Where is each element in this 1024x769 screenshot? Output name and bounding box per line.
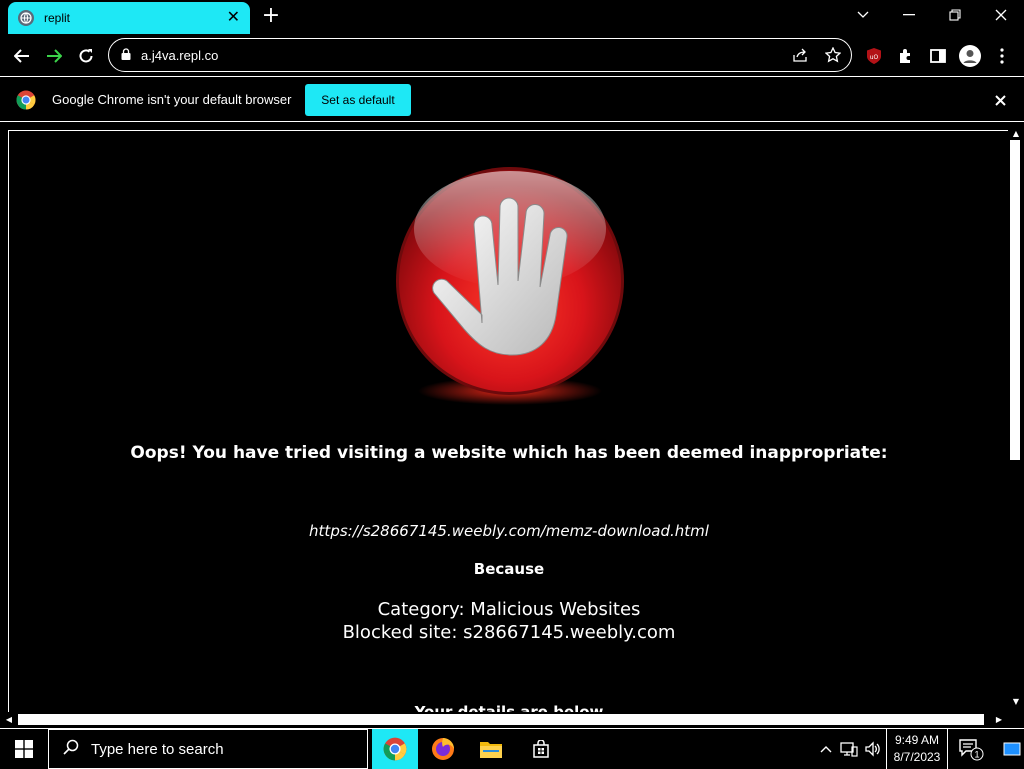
search-icon	[63, 739, 79, 759]
details-heading: Your details are below	[414, 703, 604, 712]
page-heading: Oops! You have tried visiting a website …	[130, 443, 888, 463]
ublock-icon[interactable]: uO	[864, 46, 884, 66]
stop-hand-icon	[394, 165, 626, 413]
taskbar-file-explorer-icon[interactable]	[468, 729, 514, 769]
taskbar-search-box[interactable]: Type here to search	[48, 729, 368, 769]
tab-title: replit	[44, 11, 71, 25]
address-url: a.j4va.repl.co	[141, 47, 219, 63]
clock-time: 9:49 AM	[894, 733, 940, 747]
bookmark-star-icon[interactable]	[824, 46, 842, 64]
volume-icon[interactable]	[862, 729, 884, 769]
vertical-scrollbar[interactable]: ▲ ▼	[1008, 130, 1024, 712]
scroll-right-arrow-icon[interactable]: ▶	[994, 715, 1004, 725]
category-text: Category: Malicious Websites	[377, 599, 641, 620]
profile-avatar-icon[interactable]	[958, 44, 982, 68]
taskbar-firefox-icon[interactable]	[420, 729, 466, 769]
infobar-close-icon[interactable]	[990, 90, 1010, 110]
horizontal-scroll-thumb[interactable]	[18, 714, 984, 725]
infobar-message: Google Chrome isn't your default browser	[52, 92, 292, 107]
page-viewport: Oops! You have tried visiting a website …	[8, 130, 1008, 712]
horizontal-scrollbar[interactable]: ◀ ▶	[0, 712, 1008, 728]
globe-icon	[18, 10, 34, 26]
taskbar-chrome-icon[interactable]	[372, 729, 418, 769]
tab-replit[interactable]: replit ✕	[8, 2, 250, 34]
taskbar-clock[interactable]: 9:49 AM 8/7/2023	[886, 729, 948, 769]
taskbar-store-icon[interactable]	[518, 729, 564, 769]
set-as-default-button[interactable]: Set as default	[305, 84, 411, 116]
vertical-scroll-thumb[interactable]	[1010, 140, 1020, 460]
notification-center-icon[interactable]: 1	[956, 729, 986, 769]
notification-count: 1	[974, 750, 979, 760]
share-icon[interactable]	[792, 46, 810, 64]
new-tab-button[interactable]: +	[260, 5, 282, 27]
default-browser-infobar: Google Chrome isn't your default browser…	[0, 76, 1024, 122]
back-arrow-icon[interactable]	[10, 44, 34, 68]
svg-text:uO: uO	[870, 54, 879, 61]
clock-date: 8/7/2023	[893, 750, 941, 764]
tab-search-chevron-icon[interactable]	[850, 4, 876, 26]
side-panel-icon[interactable]	[928, 46, 948, 66]
tab-strip: replit ✕ +	[0, 0, 1024, 34]
scroll-down-arrow-icon[interactable]: ▼	[1011, 698, 1021, 706]
blocked-url: https://s28667145.weebly.com/memz-downlo…	[309, 522, 709, 540]
forward-arrow-icon[interactable]	[42, 44, 66, 68]
show-hidden-icons-chevron-icon[interactable]	[816, 729, 836, 769]
windows-start-icon[interactable]	[0, 729, 48, 769]
lock-icon	[121, 47, 131, 63]
minimize-button[interactable]	[896, 4, 922, 26]
windows-taskbar: Type here to search 9:49 AM 8/7/2023 1	[0, 728, 1024, 769]
network-icon[interactable]	[838, 729, 860, 769]
kebab-menu-icon[interactable]	[992, 46, 1012, 66]
extensions-puzzle-icon[interactable]	[896, 46, 916, 66]
because-label: Because	[473, 560, 545, 578]
show-desktop-icon[interactable]	[1000, 729, 1024, 769]
search-placeholder: Type here to search	[91, 740, 224, 758]
reload-icon[interactable]	[74, 44, 98, 68]
browser-toolbar: a.j4va.repl.co uO	[0, 34, 1024, 76]
scroll-left-arrow-icon[interactable]: ◀	[4, 715, 14, 725]
scroll-up-arrow-icon[interactable]: ▲	[1011, 130, 1021, 138]
tab-close-icon[interactable]: ✕	[227, 10, 240, 26]
close-window-button[interactable]	[988, 4, 1014, 26]
blocked-site-text: Blocked site: s28667145.weebly.com	[342, 622, 676, 643]
chrome-logo-icon	[16, 90, 36, 110]
restore-button[interactable]	[942, 4, 968, 26]
address-bar[interactable]: a.j4va.repl.co	[108, 38, 852, 72]
